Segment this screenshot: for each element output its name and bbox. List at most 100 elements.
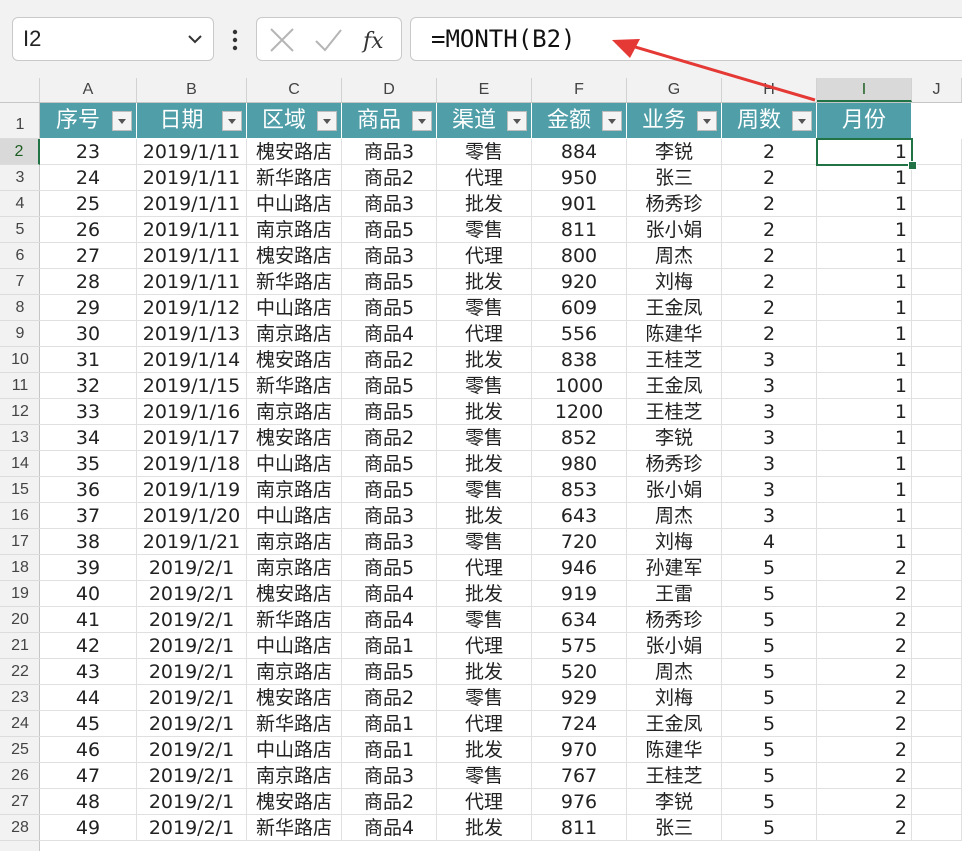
empty-cell[interactable] xyxy=(912,347,962,373)
table-cell[interactable]: 2019/2/1 xyxy=(137,763,247,789)
table-cell[interactable]: 643 xyxy=(532,503,627,529)
table-cell[interactable]: 1 xyxy=(817,373,912,399)
insert-function-icon[interactable]: fx xyxy=(361,26,391,54)
empty-cell[interactable] xyxy=(912,477,962,503)
table-cell[interactable]: 3 xyxy=(722,347,817,373)
empty-cell[interactable] xyxy=(912,607,962,633)
table-cell[interactable]: 1 xyxy=(817,295,912,321)
table-cell[interactable]: 520 xyxy=(532,659,627,685)
table-cell[interactable]: 槐安路店 xyxy=(247,685,342,711)
filter-dropdown-icon[interactable] xyxy=(697,111,717,131)
table-cell[interactable]: 南京路店 xyxy=(247,399,342,425)
formula-input[interactable]: =MONTH(B2) xyxy=(410,17,962,61)
table-cell[interactable]: 新华路店 xyxy=(247,165,342,191)
row-header-28[interactable]: 28 xyxy=(0,815,40,841)
column-header-g[interactable]: G xyxy=(627,78,722,102)
table-cell[interactable]: 724 xyxy=(532,711,627,737)
table-cell[interactable]: 2 xyxy=(817,633,912,659)
empty-cell[interactable] xyxy=(912,555,962,581)
empty-cell[interactable] xyxy=(912,399,962,425)
table-cell[interactable]: 5 xyxy=(722,633,817,659)
table-cell[interactable]: 代理 xyxy=(437,633,532,659)
row-header-15[interactable]: 15 xyxy=(0,477,40,503)
row-header-26[interactable]: 26 xyxy=(0,763,40,789)
table-cell[interactable]: 2 xyxy=(817,581,912,607)
table-header-cell[interactable]: 月份 xyxy=(817,103,912,138)
table-cell[interactable]: 5 xyxy=(722,555,817,581)
table-cell[interactable]: 商品2 xyxy=(342,685,437,711)
table-cell[interactable]: 刘梅 xyxy=(627,269,722,295)
table-cell[interactable]: 2019/1/14 xyxy=(137,347,247,373)
table-cell[interactable]: 周杰 xyxy=(627,243,722,269)
table-cell[interactable]: 南京路店 xyxy=(247,217,342,243)
table-cell[interactable]: 商品3 xyxy=(342,139,437,165)
table-cell[interactable]: 1 xyxy=(817,139,912,165)
column-header-a[interactable]: A xyxy=(40,78,137,102)
table-cell[interactable]: 商品3 xyxy=(342,191,437,217)
table-cell[interactable]: 2019/1/17 xyxy=(137,425,247,451)
table-cell[interactable]: 王金凤 xyxy=(627,711,722,737)
table-cell[interactable]: 杨秀珍 xyxy=(627,451,722,477)
table-cell[interactable]: 中山路店 xyxy=(247,503,342,529)
table-cell[interactable]: 代理 xyxy=(437,711,532,737)
table-cell[interactable]: 2019/2/1 xyxy=(137,789,247,815)
table-cell[interactable]: 838 xyxy=(532,347,627,373)
table-cell[interactable]: 新华路店 xyxy=(247,607,342,633)
table-cell[interactable]: 槐安路店 xyxy=(247,425,342,451)
table-cell[interactable]: 33 xyxy=(40,399,137,425)
table-cell[interactable]: 槐安路店 xyxy=(247,347,342,373)
table-cell[interactable]: 2 xyxy=(817,659,912,685)
table-cell[interactable]: 零售 xyxy=(437,763,532,789)
empty-cell[interactable] xyxy=(912,451,962,477)
table-cell[interactable]: 980 xyxy=(532,451,627,477)
table-cell[interactable]: 800 xyxy=(532,243,627,269)
table-cell[interactable]: 2 xyxy=(722,139,817,165)
filter-dropdown-icon[interactable] xyxy=(792,111,812,131)
table-cell[interactable]: 853 xyxy=(532,477,627,503)
empty-cell[interactable] xyxy=(912,243,962,269)
row-header-6[interactable]: 6 xyxy=(0,243,40,269)
table-cell[interactable]: 刘梅 xyxy=(627,685,722,711)
table-cell[interactable]: 2 xyxy=(817,685,912,711)
table-cell[interactable]: 23 xyxy=(40,139,137,165)
table-cell[interactable]: 张小娟 xyxy=(627,217,722,243)
empty-cell[interactable] xyxy=(912,711,962,737)
table-cell[interactable]: 3 xyxy=(722,477,817,503)
table-cell[interactable]: 李锐 xyxy=(627,139,722,165)
row-header-18[interactable]: 18 xyxy=(0,555,40,581)
table-cell[interactable]: 2 xyxy=(722,217,817,243)
table-cell[interactable]: 2 xyxy=(722,191,817,217)
table-cell[interactable]: 2 xyxy=(817,763,912,789)
table-header-cell[interactable]: 序号 xyxy=(40,103,137,138)
table-cell[interactable]: 商品2 xyxy=(342,789,437,815)
column-header-h[interactable]: H xyxy=(722,78,817,102)
table-cell[interactable]: 王桂芝 xyxy=(627,347,722,373)
table-cell[interactable]: 商品2 xyxy=(342,165,437,191)
table-cell[interactable]: 商品2 xyxy=(342,425,437,451)
table-cell[interactable]: 5 xyxy=(722,659,817,685)
table-cell[interactable]: 2019/1/11 xyxy=(137,139,247,165)
table-cell[interactable]: 2019/1/13 xyxy=(137,321,247,347)
table-cell[interactable]: 杨秀珍 xyxy=(627,607,722,633)
table-cell[interactable]: 976 xyxy=(532,789,627,815)
empty-cell[interactable] xyxy=(912,685,962,711)
table-cell[interactable]: 5 xyxy=(722,581,817,607)
table-cell[interactable]: 3 xyxy=(722,399,817,425)
table-cell[interactable]: 代理 xyxy=(437,321,532,347)
table-cell[interactable]: 1200 xyxy=(532,399,627,425)
table-cell[interactable]: 5 xyxy=(722,815,817,841)
table-cell[interactable]: 2019/1/11 xyxy=(137,165,247,191)
table-header-cell[interactable]: 金额 xyxy=(532,103,627,138)
column-header-b[interactable]: B xyxy=(137,78,247,102)
table-cell[interactable]: 批发 xyxy=(437,347,532,373)
table-cell[interactable]: 2 xyxy=(722,269,817,295)
table-cell[interactable]: 王金凤 xyxy=(627,373,722,399)
table-cell[interactable]: 1 xyxy=(817,503,912,529)
empty-cell[interactable] xyxy=(912,165,962,191)
row-header-24[interactable]: 24 xyxy=(0,711,40,737)
table-cell[interactable]: 新华路店 xyxy=(247,711,342,737)
table-cell[interactable]: 杨秀珍 xyxy=(627,191,722,217)
table-cell[interactable]: 35 xyxy=(40,451,137,477)
table-cell[interactable]: 970 xyxy=(532,737,627,763)
filter-dropdown-icon[interactable] xyxy=(112,111,132,131)
